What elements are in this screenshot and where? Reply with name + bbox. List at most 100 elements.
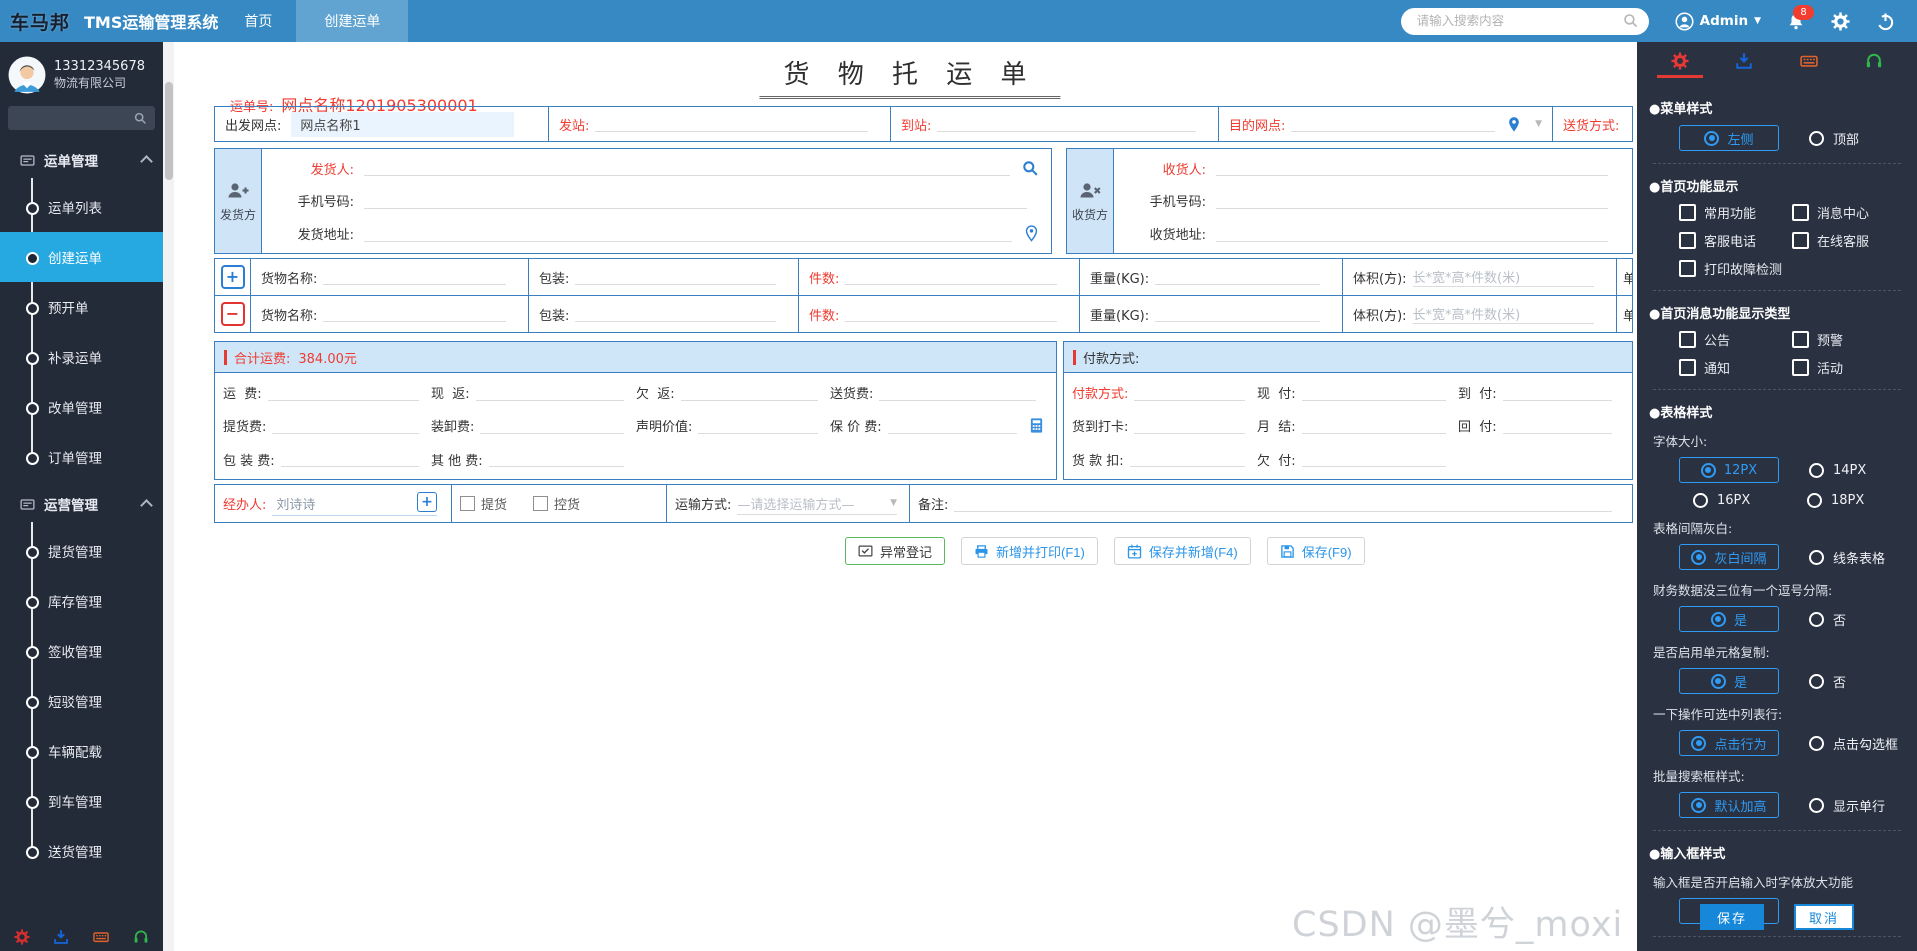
feature-service-phone-checkbox[interactable]: 客服电话: [1679, 231, 1792, 250]
headset-icon[interactable]: [133, 929, 149, 945]
font-14px-option[interactable]: 14PX: [1809, 463, 1866, 478]
menu-style-left-option[interactable]: 左侧: [1679, 125, 1779, 151]
pay-arrival-input[interactable]: [1503, 385, 1612, 401]
copy-yes-option[interactable]: 是: [1679, 668, 1779, 694]
sidebar-item-vehicle-load[interactable]: 车辆配载: [0, 726, 163, 776]
notifications-button[interactable]: 8: [1787, 12, 1805, 31]
goods-weight-input[interactable]: [1155, 269, 1320, 285]
save-button[interactable]: 保存(F9): [1267, 537, 1365, 565]
sidebar-item-create-waybill[interactable]: 创建运单: [0, 232, 163, 282]
declared-value-input[interactable]: [698, 418, 818, 434]
add-operator-button[interactable]: +: [417, 492, 437, 512]
receiver-address-input[interactable]: [1216, 226, 1608, 242]
operator-value[interactable]: 刘诗诗: [272, 494, 417, 513]
download-icon[interactable]: [53, 929, 69, 945]
stripe-line-option[interactable]: 线条表格: [1809, 548, 1885, 567]
remark-input[interactable]: [954, 496, 1612, 512]
sender-address-input[interactable]: [364, 226, 1012, 242]
handling-fee-input[interactable]: [480, 418, 624, 434]
calculator-icon[interactable]: [1029, 417, 1044, 434]
power-icon[interactable]: [1876, 12, 1895, 31]
scrollbar-thumb[interactable]: [165, 82, 173, 180]
comma-no-option[interactable]: 否: [1809, 610, 1846, 629]
msg-announcement-checkbox[interactable]: 公告: [1679, 330, 1792, 349]
panel-tab-keyboard-icon[interactable]: [1799, 52, 1819, 78]
goods-qty-input[interactable]: [845, 306, 1057, 322]
other-fee-input[interactable]: [489, 451, 624, 467]
abnormal-register-button[interactable]: 异常登记: [845, 537, 945, 565]
sidebar-item-pre-order[interactable]: 预开单: [0, 282, 163, 332]
sidebar-search[interactable]: [8, 106, 155, 130]
receiver-phone-input[interactable]: [1216, 193, 1608, 209]
sidebar-item-shuttle[interactable]: 短驳管理: [0, 676, 163, 726]
sidebar-item-waybill-list[interactable]: 运单列表: [0, 182, 163, 232]
dest-branch-input[interactable]: [1291, 116, 1495, 132]
packing-fee-input[interactable]: [281, 451, 419, 467]
goods-pack-input[interactable]: [575, 306, 776, 322]
menu-section-operations[interactable]: 运营管理: [0, 482, 163, 526]
location-pin-icon[interactable]: [1507, 116, 1521, 133]
sender-name-input[interactable]: [364, 160, 1010, 176]
remove-goods-row-button[interactable]: −: [221, 302, 245, 326]
add-goods-row-button[interactable]: +: [221, 265, 245, 289]
goods-name-input[interactable]: [323, 269, 506, 285]
control-checkbox[interactable]: [533, 496, 548, 511]
panel-tab-gear-icon[interactable]: [1671, 52, 1689, 78]
cash-return-input[interactable]: [476, 385, 624, 401]
goods-pack-input[interactable]: [575, 269, 776, 285]
pay-back-input[interactable]: [1503, 418, 1612, 434]
select-row-click-option[interactable]: 点击行为: [1679, 730, 1779, 756]
panel-tab-headset-icon[interactable]: [1865, 52, 1883, 78]
monthly-input[interactable]: [1302, 418, 1446, 434]
goods-qty-input[interactable]: [845, 269, 1057, 285]
sidebar-item-supplement[interactable]: 补录运单: [0, 332, 163, 382]
goods-volume-input[interactable]: 长*宽*高*件数(米): [1413, 304, 1594, 324]
tab-create-waybill[interactable]: 创建运单: [296, 0, 408, 42]
receiver-name-input[interactable]: [1216, 160, 1608, 176]
panel-save-button[interactable]: 保存: [1700, 904, 1764, 930]
insurance-fee-input[interactable]: [888, 418, 1017, 434]
sidebar-item-arrival[interactable]: 到车管理: [0, 776, 163, 826]
sidebar-scrollbar[interactable]: [163, 42, 174, 951]
transport-select[interactable]: —请选择运输方式— ▼: [737, 492, 897, 515]
goods-volume-input[interactable]: 长*宽*高*件数(米): [1413, 267, 1594, 287]
settings-gear-button[interactable]: [1831, 12, 1850, 31]
msg-activity-checkbox[interactable]: 活动: [1792, 358, 1905, 377]
batch-tall-option[interactable]: 默认加高: [1679, 792, 1779, 818]
global-search[interactable]: [1401, 8, 1649, 35]
menu-style-top-option[interactable]: 顶部: [1809, 129, 1859, 148]
pickup-checkbox[interactable]: [460, 496, 475, 511]
panel-cancel-button[interactable]: 取消: [1794, 904, 1854, 930]
panel-tab-download-icon[interactable]: [1735, 52, 1753, 78]
delivery-fee-input[interactable]: [879, 385, 1036, 401]
owed-return-input[interactable]: [681, 385, 818, 401]
copy-no-option[interactable]: 否: [1809, 672, 1846, 691]
sidebar-item-pickup[interactable]: 提货管理: [0, 526, 163, 576]
stripe-gray-option[interactable]: 灰白间隔: [1679, 544, 1779, 570]
goods-name-input[interactable]: [323, 306, 506, 322]
font-12px-option[interactable]: 12PX: [1679, 457, 1779, 483]
arrive-station-input[interactable]: [937, 116, 1196, 132]
keyboard-icon[interactable]: [92, 929, 110, 945]
sender-phone-input[interactable]: [364, 193, 1027, 209]
comma-yes-option[interactable]: 是: [1679, 606, 1779, 632]
start-station-input[interactable]: [595, 116, 868, 132]
pay-method-input[interactable]: [1134, 385, 1245, 401]
freight-input[interactable]: [268, 385, 419, 401]
font-18px-option[interactable]: 18PX: [1807, 493, 1864, 508]
batch-single-option[interactable]: 显示单行: [1809, 796, 1885, 815]
search-icon[interactable]: [1022, 160, 1039, 177]
feature-online-service-checkbox[interactable]: 在线客服: [1792, 231, 1905, 250]
pickup-fee-input[interactable]: [272, 418, 419, 434]
tab-home[interactable]: 首页: [244, 11, 272, 31]
goods-weight-input[interactable]: [1155, 306, 1320, 322]
goods-deduct-input[interactable]: [1130, 451, 1245, 467]
font-16px-option[interactable]: 16PX: [1693, 493, 1791, 508]
menu-section-waybill[interactable]: 运单管理: [0, 138, 163, 182]
msg-warning-checkbox[interactable]: 预警: [1792, 330, 1905, 349]
pay-now-input[interactable]: [1302, 385, 1446, 401]
global-search-input[interactable]: [1415, 13, 1623, 29]
chevron-down-icon[interactable]: ▼: [1535, 119, 1542, 129]
sidebar-item-amend[interactable]: 改单管理: [0, 382, 163, 432]
select-checkbox-click-option[interactable]: 点击勾选框: [1809, 734, 1898, 753]
